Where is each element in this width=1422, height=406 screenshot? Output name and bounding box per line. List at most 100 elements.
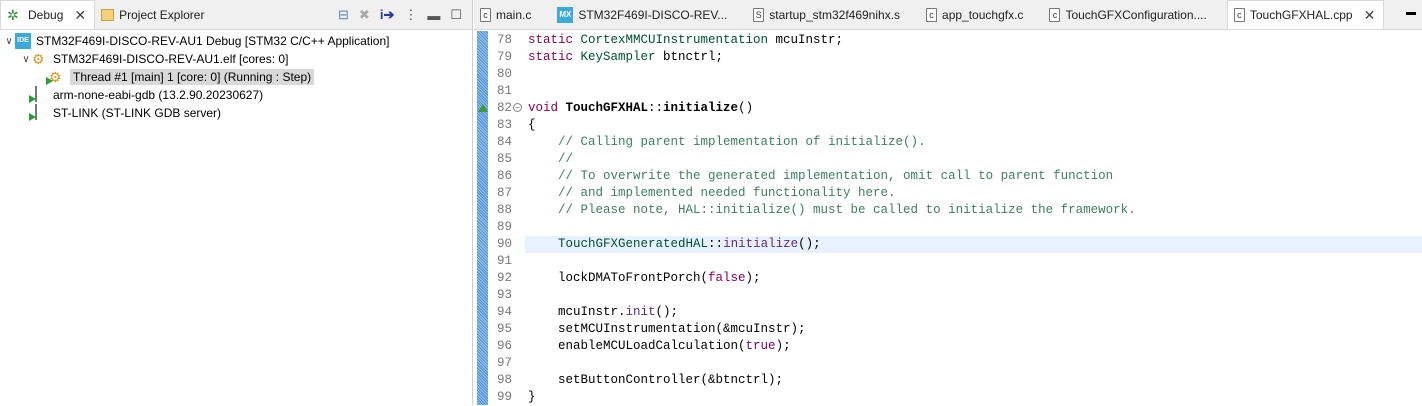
- line-number: 87: [496, 186, 512, 200]
- line-number: 88: [496, 203, 512, 217]
- editor-tab[interactable]: Sstartup_stm32f469nihx.s: [747, 0, 908, 29]
- editor-tab-label: TouchGFXHAL.cpp: [1249, 8, 1353, 22]
- line-number: 98: [496, 373, 512, 387]
- line-number: 89: [496, 220, 512, 234]
- editor-tab-label: startup_stm32f469nihx.s: [769, 7, 901, 22]
- view-menu-icon[interactable]: ⋮: [404, 7, 417, 23]
- play-icon: [29, 113, 36, 121]
- tree-item[interactable]: arm-none-eabi-gdb (13.2.90.20230627): [0, 86, 472, 104]
- tree-item[interactable]: ∨ ⚙ STM32F469I-DISCO-REV-AU1.elf [cores: 0…: [0, 50, 472, 68]
- code-token: }: [528, 390, 536, 404]
- code-text: mcuInstr.init();: [528, 304, 678, 321]
- tree-item[interactable]: ST-LINK (ST-LINK GDB server): [0, 104, 472, 122]
- editor-tab[interactable]: c app_touchgfx.c: [920, 0, 1031, 29]
- collapse-all-icon[interactable]: ⊟: [338, 7, 349, 23]
- code-token: KeySampler: [580, 50, 656, 64]
- code-token: ();: [655, 305, 679, 319]
- c-file-icon: c: [480, 7, 491, 22]
- code-token: //: [528, 152, 574, 166]
- step-filter-icon[interactable]: i➔: [380, 7, 395, 23]
- tree-item[interactable]: ∨ IDE STM32F469I-DISCO-REV-AU1 Debug [STM3…: [0, 32, 472, 50]
- editor-tab-label: STM32F469I-DISCO-REV...: [578, 7, 728, 22]
- tree-item-label: STM32F469I-DISCO-REV-AU1 Debug [STM32 C/…: [36, 34, 390, 48]
- c-file-icon: c: [926, 7, 938, 22]
- debug-tree: ∨ IDE STM32F469I-DISCO-REV-AU1 Debug [STM3…: [0, 30, 472, 122]
- close-icon[interactable]: ✕: [1364, 7, 1376, 24]
- code-token: setMCUInstrumentation(&mcuInstr);: [528, 322, 806, 336]
- debug-view: ✲ Debug ✕ Project Explorer ⊟ ✖ i➔ ⋮ ▬ ☐ …: [0, 0, 473, 405]
- editor-tabbar: c main.c MX STM32F469I-DISCO-REV... Sstartup…: [474, 0, 1422, 30]
- line-number: 92: [496, 271, 512, 285]
- tree-item-label: STM32F469I-DISCO-REV-AU1.elf [cores: 0]: [53, 52, 289, 66]
- code-token: static: [528, 33, 581, 47]
- code-text: enableMCULoadCalculation(true);: [528, 338, 791, 355]
- chevron-down-icon[interactable]: ∨: [3, 36, 15, 47]
- line-number: 80: [496, 67, 512, 81]
- editor-tab[interactable]: MX STM32F469I-DISCO-REV...: [551, 0, 735, 29]
- code-line: 83 {: [474, 117, 1422, 134]
- editor-tab[interactable]: c TouchGFXConfiguration....: [1043, 0, 1214, 29]
- line-number: 91: [496, 254, 512, 268]
- gdb-server-icon: [29, 104, 48, 121]
- tree-item[interactable]: ⚙ Thread #1 [main] 1 [core: 0] (Running :…: [0, 68, 472, 86]
- editor-tab-label: app_touchgfx.c: [942, 7, 1024, 22]
- mx-file-icon: MX: [557, 6, 574, 23]
- code-token: mcuInstr.: [528, 305, 626, 319]
- code-line: 98 setButtonController(&btnctrl);: [474, 372, 1422, 389]
- code-text: // Calling parent implementation of init…: [528, 134, 926, 151]
- tab-project-explorer[interactable]: Project Explorer: [95, 0, 212, 29]
- code-token: TouchGFXGeneratedHAL: [558, 237, 709, 251]
- code-text: setButtonController(&btnctrl);: [528, 372, 783, 389]
- maximize-icon[interactable]: ☐: [450, 7, 462, 23]
- code-token: btnctrl;: [655, 50, 724, 64]
- play-icon: [29, 95, 36, 103]
- line-number: 90: [496, 237, 512, 251]
- code-token: true: [745, 339, 776, 353]
- code-line: 96 enableMCULoadCalculation(true);: [474, 338, 1422, 355]
- code-editor[interactable]: 78 static CortexMMCUInstrumentation mcuIn…: [474, 31, 1422, 405]
- code-token: ::: [708, 237, 724, 251]
- line-number: 79: [496, 50, 512, 64]
- code-token: // and implemented needed functionality …: [528, 186, 896, 200]
- code-text: lockDMAToFrontPorch(false);: [528, 270, 761, 287]
- fold-toggle-icon[interactable]: −: [513, 103, 522, 112]
- editor-tab[interactable]: c TouchGFXHAL.cpp ✕: [1226, 0, 1385, 29]
- play-icon: [46, 77, 53, 85]
- code-token: // To overwrite the generated implementa…: [528, 169, 1114, 183]
- debug-view-tabbar: ✲ Debug ✕ Project Explorer ⊟ ✖ i➔ ⋮ ▬ ☐: [0, 0, 472, 30]
- code-line: 95 setMCUInstrumentation(&mcuInstr);: [474, 321, 1422, 338]
- code-line: 91: [474, 253, 1422, 270]
- editor-tab[interactable]: c main.c: [474, 0, 539, 29]
- code-token: // Please note, HAL::initialize() must b…: [528, 203, 1136, 217]
- code-line: 78 static CortexMMCUInstrumentation mcuIn…: [474, 32, 1422, 49]
- line-number: 82: [496, 101, 512, 115]
- minimize-icon[interactable]: ▬: [427, 8, 440, 23]
- editor-tab-label: main.c: [496, 7, 532, 22]
- c-file-icon: c: [1049, 7, 1061, 22]
- minimize-icon[interactable]: ▬: [1406, 7, 1416, 18]
- code-token: ::: [648, 101, 664, 115]
- code-line: 84 // Calling parent implementation of i…: [474, 134, 1422, 151]
- close-icon[interactable]: ✕: [74, 7, 86, 24]
- code-text: void TouchGFXHAL::initialize(): [528, 100, 753, 117]
- line-number: 84: [496, 135, 512, 149]
- code-text: // and implemented needed functionality …: [528, 185, 896, 202]
- code-line: 94 mcuInstr.init();: [474, 304, 1422, 321]
- code-token: init: [625, 305, 656, 319]
- code-line: 87 // and implemented needed functionali…: [474, 185, 1422, 202]
- code-token: initialize: [723, 237, 799, 251]
- code-line: 86 // To overwrite the generated impleme…: [474, 168, 1422, 185]
- ide-icon: IDE: [15, 33, 31, 49]
- code-token: enableMCULoadCalculation(: [528, 339, 746, 353]
- chevron-down-icon[interactable]: ∨: [20, 54, 32, 65]
- tab-label: Debug: [28, 8, 64, 22]
- remove-terminated-icon[interactable]: ✖: [359, 7, 370, 23]
- code-text: // Please note, HAL::initialize() must b…: [528, 202, 1136, 219]
- code-text: static KeySampler btnctrl;: [528, 49, 723, 66]
- code-text: {: [528, 117, 536, 134]
- project-explorer-icon: [101, 8, 115, 21]
- code-line: 89: [474, 219, 1422, 236]
- process-gear-icon: ⚙: [32, 51, 45, 67]
- tab-debug[interactable]: ✲ Debug ✕: [0, 0, 96, 29]
